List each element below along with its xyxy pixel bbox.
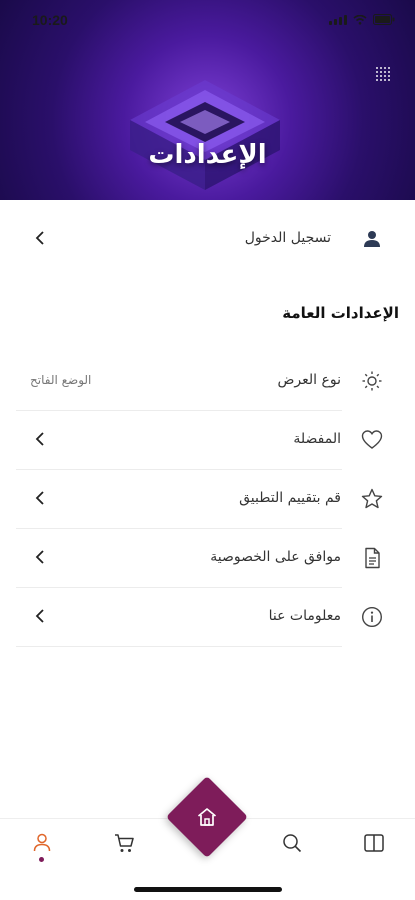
book-icon[interactable] <box>362 831 386 855</box>
chevron-left-icon <box>35 432 44 446</box>
chevron-left-icon <box>35 231 44 245</box>
settings-item-display-type[interactable]: نوع العرض الوضع الفاتح <box>16 352 399 411</box>
profile-icon[interactable] <box>30 831 54 855</box>
chevron-left-icon <box>35 491 44 505</box>
search-icon[interactable] <box>280 831 304 855</box>
display-type-value: الوضع الفاتح <box>30 373 92 387</box>
active-indicator-dot <box>39 857 44 862</box>
chevron-left-icon <box>35 609 44 623</box>
settings-item-label: موافق على الخصوصية <box>210 549 341 565</box>
chip-illustration <box>130 80 280 190</box>
sun-icon <box>362 371 382 391</box>
home-indicator <box>134 887 282 892</box>
login-label: تسجيل الدخول <box>244 230 331 246</box>
settings-item-privacy[interactable]: موافق على الخصوصية <box>16 529 399 588</box>
battery-icon <box>373 14 395 25</box>
settings-item-label: نوع العرض <box>277 372 342 388</box>
login-row[interactable]: تسجيل الدخول <box>0 214 415 264</box>
wifi-icon <box>353 14 367 25</box>
status-time: 10:20 <box>32 12 68 28</box>
signal-icon <box>329 14 347 25</box>
star-icon <box>361 488 383 509</box>
person-icon <box>364 231 380 247</box>
status-bar: 10:20 <box>0 12 415 32</box>
status-icons <box>329 14 395 25</box>
general-settings-title: الإعدادات العامة <box>282 304 399 322</box>
divider <box>16 646 342 647</box>
header-banner: 10:20 الإعدادات <box>0 0 415 200</box>
settings-item-rate-app[interactable]: قم بتقييم التطبيق <box>16 470 399 529</box>
cart-icon[interactable] <box>113 831 137 855</box>
info-icon <box>361 606 383 628</box>
grid-pattern-icon <box>376 67 390 81</box>
heart-icon <box>361 430 383 449</box>
settings-item-about-us[interactable]: معلومات عنا <box>16 588 399 647</box>
settings-item-label: قم بتقييم التطبيق <box>239 490 341 506</box>
chevron-left-icon <box>35 550 44 564</box>
settings-item-label: المفضلة <box>293 431 341 447</box>
document-icon <box>365 547 380 569</box>
settings-item-favorites[interactable]: المفضلة <box>16 411 399 470</box>
page-title: الإعدادات <box>148 140 267 170</box>
settings-item-label: معلومات عنا <box>268 608 341 624</box>
home-icon <box>197 808 217 826</box>
